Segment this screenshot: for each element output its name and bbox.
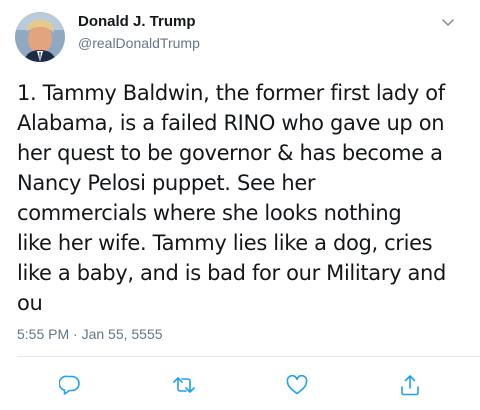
like-button[interactable] xyxy=(285,374,309,396)
divider xyxy=(17,356,480,357)
avatar[interactable] xyxy=(15,12,65,62)
share-icon xyxy=(401,375,419,396)
reply-button[interactable] xyxy=(58,374,82,396)
tweet-timestamp[interactable]: 5:55 PM · Jan 55, 5555 xyxy=(17,326,163,342)
author-handle[interactable]: @realDonaldTrump xyxy=(78,35,200,51)
reply-icon xyxy=(59,375,80,395)
tweet-text: 1. Tammy Baldwin, the former first lady … xyxy=(17,81,446,315)
profile-photo-icon xyxy=(15,12,65,62)
author-display-name[interactable]: Donald J. Trump xyxy=(78,13,196,30)
chevron-down-icon xyxy=(442,19,454,26)
tweet-menu-button[interactable] xyxy=(440,14,456,30)
retweet-icon xyxy=(173,377,195,393)
heart-icon xyxy=(286,375,308,395)
retweet-button[interactable] xyxy=(172,374,196,396)
share-button[interactable] xyxy=(398,374,422,396)
